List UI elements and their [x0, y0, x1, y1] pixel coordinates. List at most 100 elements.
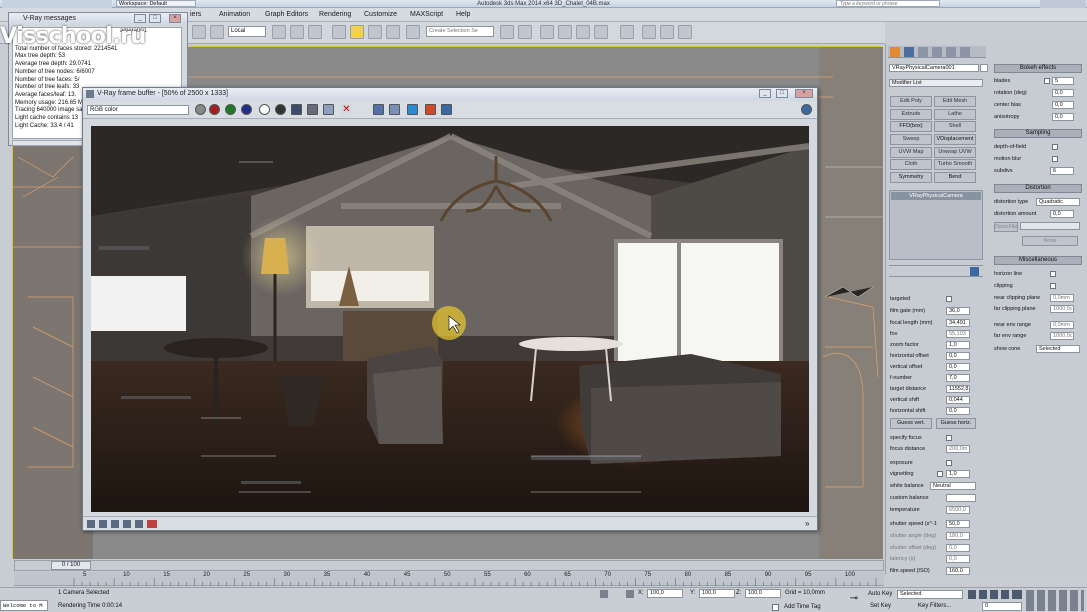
manipulate-icon[interactable]	[308, 25, 322, 39]
horizon-line-checkbox[interactable]	[1050, 271, 1056, 277]
current-frame-field[interactable]: 0	[982, 602, 1022, 611]
distortion-rollout-header[interactable]: Distortion	[994, 184, 1082, 193]
far-env-field[interactable]: 1000,0c	[1050, 332, 1074, 340]
distortion-type-dropdown[interactable]: Quadratic	[1036, 198, 1080, 206]
create-tab-icon[interactable]	[890, 47, 900, 57]
save-icon[interactable]	[291, 104, 302, 115]
modifier-lathe-button[interactable]: Lathe	[934, 109, 976, 120]
motion-tab-icon[interactable]	[932, 47, 942, 57]
last-render-icon[interactable]	[407, 104, 418, 115]
subdivs-field[interactable]: 6	[1050, 167, 1074, 175]
percent-snap-icon[interactable]	[368, 25, 382, 39]
load-icon[interactable]	[323, 104, 334, 115]
expand-icon[interactable]: »	[805, 519, 809, 528]
auto-key-button[interactable]: Auto Key	[868, 591, 892, 597]
motion-blur-checkbox[interactable]	[1052, 156, 1058, 162]
lut-icon[interactable]	[441, 104, 452, 115]
time-slider[interactable]: 0 / 100	[14, 560, 884, 571]
clipping-checkbox[interactable]	[1050, 283, 1056, 289]
vignetting-field[interactable]: 1,0	[946, 470, 970, 478]
x-coordinate-field[interactable]: 100,0	[647, 589, 683, 598]
guess-horiz-button[interactable]: Guess horiz.	[936, 418, 976, 429]
vfb-minimize-button[interactable]: _	[759, 89, 771, 98]
latency-field[interactable]: 0,0	[946, 555, 970, 563]
vignetting-checkbox[interactable]	[937, 471, 943, 477]
hierarchy-tab-icon[interactable]	[918, 47, 928, 57]
dof-checkbox[interactable]	[1052, 144, 1058, 150]
bokeh-rollout-header[interactable]: Bokeh effects	[994, 64, 1082, 73]
set-key-icon[interactable]: ⊸	[847, 592, 861, 606]
focal-length-field[interactable]: 34,491	[946, 319, 970, 327]
window-controls[interactable]	[1040, 0, 1086, 8]
graphite-icon[interactable]	[558, 25, 572, 39]
near-env-field[interactable]: 0,0mm	[1050, 321, 1074, 329]
render-production-icon[interactable]	[678, 25, 692, 39]
object-name-field[interactable]: VRayPhysicalCamera001	[889, 64, 979, 72]
f-number-field[interactable]: 7,0	[946, 374, 970, 382]
menu-graph-editors[interactable]: Graph Editors	[265, 11, 308, 18]
menu-animation[interactable]: Animation	[219, 11, 250, 18]
modifier-edit-poly-button[interactable]: Edit Poly	[890, 96, 932, 107]
vray-frame-buffer-window[interactable]: V-Ray frame buffer - [50% of 2500 x 1333…	[82, 87, 818, 531]
schematic-view-icon[interactable]	[594, 25, 608, 39]
rendered-image[interactable]	[91, 126, 809, 512]
distortion-amount-field[interactable]: 0,0	[1050, 210, 1074, 218]
angle-snap-icon[interactable]	[350, 25, 364, 39]
modifier-turbosmooth-button[interactable]: Turbo Smooth	[934, 159, 976, 170]
modify-tab-icon[interactable]	[904, 47, 914, 57]
menu-maxscript[interactable]: MAXScript	[410, 11, 443, 18]
channel-all-icon[interactable]	[195, 104, 206, 115]
modifier-bend-button[interactable]: Bend	[934, 172, 976, 183]
modifier-symmetry-button[interactable]: Symmetry	[890, 172, 932, 183]
align-icon[interactable]	[518, 25, 532, 39]
selection-filter-dropdown[interactable]: Selected	[897, 590, 963, 599]
focus-distance-field[interactable]: 200,0m	[946, 445, 970, 453]
modifier-vdisplacement-button[interactable]: VDisplacement	[934, 134, 976, 145]
add-time-tag-icon[interactable]	[772, 604, 779, 611]
vfb-close-button[interactable]: ×	[795, 89, 813, 98]
search-input[interactable]: Type a keyword or phrase	[836, 0, 940, 7]
playback-controls[interactable]	[968, 590, 1022, 599]
vfb-maximize-button[interactable]: □	[776, 89, 788, 98]
menu-help[interactable]: Help	[456, 11, 470, 18]
specify-focus-checkbox[interactable]	[946, 435, 952, 441]
custom-balance-swatch[interactable]	[946, 494, 976, 502]
spinner-snap-icon[interactable]	[386, 25, 400, 39]
curve-editor-icon[interactable]	[576, 25, 590, 39]
modifier-stack[interactable]: VRayPhysicalCamera	[889, 190, 983, 260]
lock-selection-icon[interactable]	[600, 590, 608, 598]
stack-item-camera[interactable]: VRayPhysicalCamera	[891, 192, 981, 200]
time-slider-thumb[interactable]: 0 / 100	[51, 561, 91, 570]
absolute-mode-icon[interactable]	[626, 590, 634, 598]
y-coordinate-field[interactable]: 100,0	[699, 589, 735, 598]
menu-views[interactable]: iers	[190, 11, 201, 18]
shutter-angle-field[interactable]: 180,0	[946, 532, 970, 540]
minimize-button[interactable]: _	[134, 14, 146, 23]
key-filters-button[interactable]: Key Filters...	[918, 603, 951, 609]
distortion-file-field[interactable]	[1020, 222, 1080, 230]
modifier-uvw-map-button[interactable]: UVW Map	[890, 147, 932, 158]
menu-rendering[interactable]: Rendering	[319, 11, 351, 18]
set-key-button[interactable]: Set Key	[870, 603, 891, 609]
blue-channel-icon[interactable]	[241, 104, 252, 115]
clear-icon[interactable]: ✕	[341, 104, 352, 115]
white-balance-dropdown[interactable]: Neutral	[930, 482, 976, 490]
target-distance-field[interactable]: 11552,8	[946, 385, 970, 393]
mono-icon[interactable]	[275, 104, 286, 115]
mirror-icon[interactable]	[500, 25, 514, 39]
maximize-button[interactable]: □	[149, 14, 161, 23]
modifier-list-dropdown[interactable]: Modifier List	[889, 79, 983, 87]
shutter-speed-field[interactable]: 50,0	[946, 520, 970, 528]
film-gate-field[interactable]: 36,0	[946, 307, 970, 315]
viewport-navigation-controls[interactable]	[1026, 590, 1084, 611]
close-button[interactable]: ×	[169, 14, 181, 23]
render-icon[interactable]	[801, 104, 812, 115]
exposure-checkbox[interactable]	[946, 460, 952, 466]
utilities-tab-icon[interactable]	[960, 47, 970, 57]
display-tab-icon[interactable]	[946, 47, 956, 57]
color-correction-icon[interactable]	[425, 104, 436, 115]
alpha-channel-icon[interactable]	[259, 104, 270, 115]
object-color-swatch[interactable]	[980, 64, 988, 72]
pivot-icon[interactable]	[272, 25, 286, 39]
selection-set-dropdown[interactable]: Create Selection Se	[426, 26, 494, 37]
